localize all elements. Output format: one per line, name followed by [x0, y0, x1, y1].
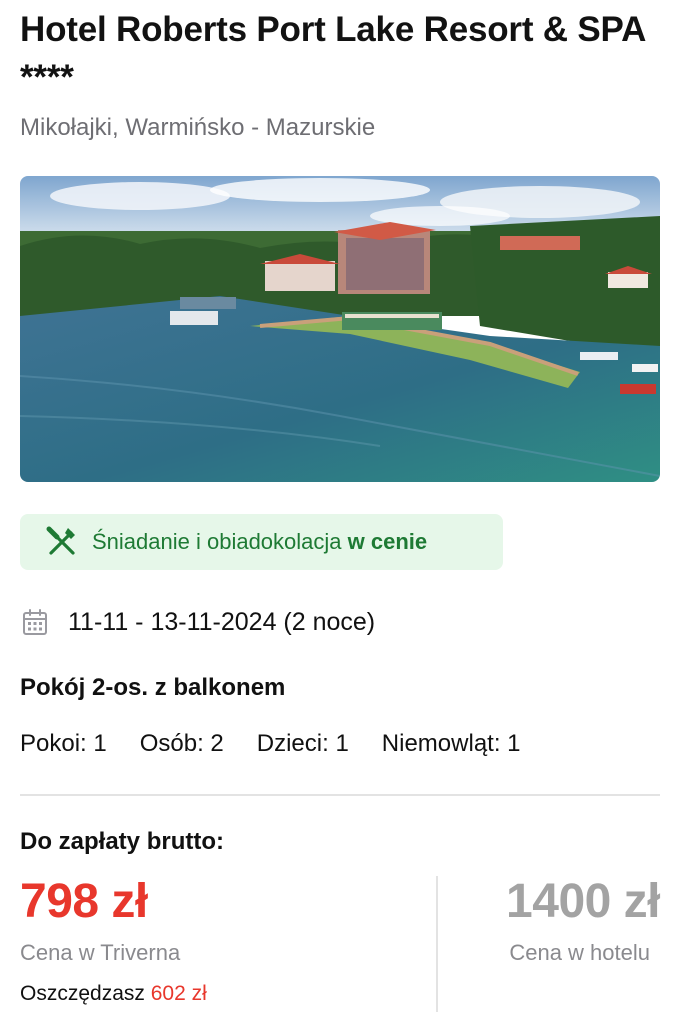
- infants-count: Niemowląt: 1: [381, 730, 521, 757]
- price-triverna-label: Cena w Triverna: [20, 940, 181, 965]
- board-badge: Śniadanie i obiadokolacja w cenie: [20, 514, 503, 570]
- fork-knife-icon: [44, 524, 80, 560]
- hotel-location: Mikołajki, Warmińsko - Mazurskie: [20, 114, 376, 141]
- board-text: Śniadanie i obiadokolacja w cenie: [92, 529, 428, 554]
- price-divider: [436, 876, 438, 1012]
- dates-text: 11-11 - 13-11-2024 (2 noce): [68, 607, 376, 636]
- price-hotel: 1400 zł: [506, 875, 660, 928]
- rooms-count: Pokoi: 1: [20, 730, 107, 757]
- payment-label: Do zapłaty brutto:: [20, 828, 224, 855]
- calendar-icon: [22, 608, 48, 636]
- savings-text: Oszczędzasz 602 zł: [20, 982, 207, 1005]
- stay-dates: 11-11 - 13-11-2024 (2 noce): [22, 604, 375, 640]
- hotel-photo[interactable]: [20, 176, 660, 482]
- hotel-lake-photo: [20, 176, 660, 482]
- persons-count: Osób: 2: [139, 730, 224, 757]
- price-hotel-label: Cena w hotelu: [509, 940, 650, 965]
- savings-amount: 602 zł: [150, 982, 207, 1005]
- occupancy-summary: Pokoi: 1 Osób: 2 Dzieci: 1 Niemowląt: 1: [20, 730, 554, 758]
- hotel-name: Hotel Roberts Port Lake Resort & SPA ***…: [20, 10, 645, 97]
- price-triverna: 798 zł: [20, 875, 148, 928]
- room-name: Pokój 2-os. z balkonem: [20, 674, 286, 701]
- section-divider: [20, 794, 660, 796]
- children-count: Dzieci: 1: [256, 730, 349, 757]
